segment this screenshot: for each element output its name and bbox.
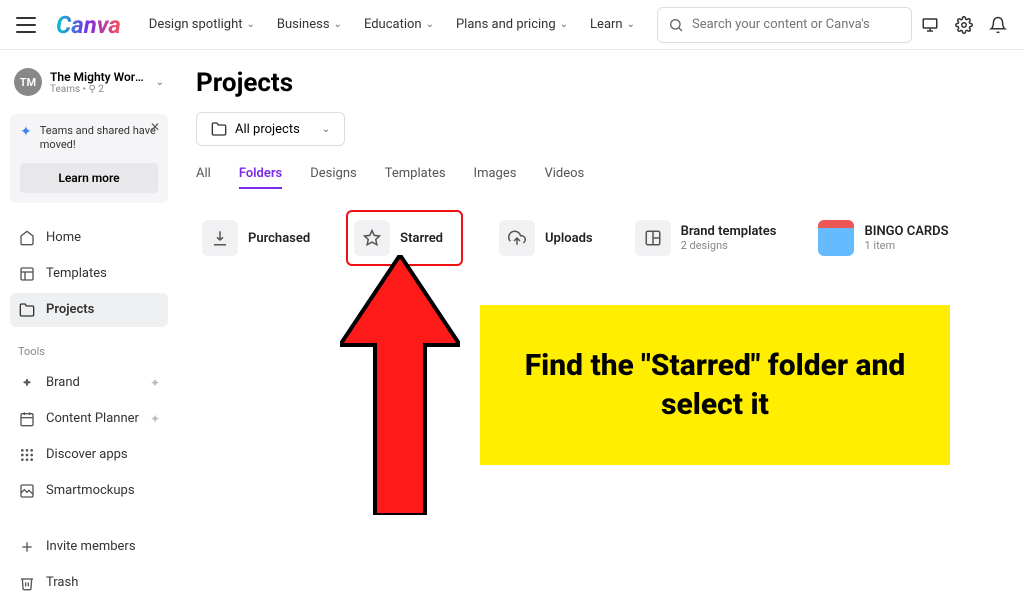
folder-row: Purchased Starred Uploads Brand template… — [196, 210, 1006, 266]
gear-icon[interactable] — [954, 15, 974, 35]
chevron-down-icon: ⌄ — [627, 19, 635, 30]
banner-text: Teams and shared have moved! — [40, 124, 158, 153]
chevron-down-icon: ⌄ — [156, 77, 164, 88]
tab-templates[interactable]: Templates — [385, 160, 446, 189]
sidebar-item-home[interactable]: Home — [10, 221, 168, 255]
folder-uploads[interactable]: Uploads — [493, 210, 599, 266]
filter-label: All projects — [235, 122, 300, 137]
top-nav: Design spotlight⌄ Business⌄ Education⌄ P… — [141, 11, 643, 38]
team-meta: Teams • ⚲ 2 — [50, 84, 148, 95]
sidebar-item-brand[interactable]: Brand ✦ — [10, 366, 168, 400]
folder-icon — [18, 301, 36, 319]
sidebar-item-label: Smartmockups — [46, 483, 135, 498]
crown-icon: ✦ — [150, 412, 160, 426]
chevron-down-icon: ⌄ — [426, 19, 434, 30]
canva-logo[interactable]: Canva — [56, 11, 121, 39]
annotation-arrow — [340, 255, 460, 515]
sidebar-item-label: Brand — [46, 375, 80, 390]
chevron-down-icon: ⌄ — [334, 19, 342, 30]
folder-name: Purchased — [248, 231, 310, 246]
sidebar-item-label: Content Planner — [46, 411, 139, 426]
learn-more-button[interactable]: Learn more — [20, 163, 158, 193]
sidebar: TM The Mighty WordS... Teams • ⚲ 2 ⌄ ✕ ✦… — [0, 50, 178, 576]
sidebar-item-projects[interactable]: Projects — [10, 293, 168, 327]
team-name: The Mighty WordS... — [50, 70, 148, 84]
calendar-icon — [18, 410, 36, 428]
bingo-thumbnail — [818, 220, 854, 256]
hamburger-menu[interactable] — [16, 17, 36, 33]
info-banner: ✕ ✦ Teams and shared have moved! Learn m… — [10, 114, 168, 203]
star-icon — [354, 220, 390, 256]
search-input[interactable] — [692, 17, 901, 32]
download-icon — [202, 220, 238, 256]
folder-meta: 1 item — [864, 239, 948, 252]
tab-designs[interactable]: Designs — [310, 160, 356, 189]
page-title: Projects — [196, 68, 1006, 98]
search-icon — [668, 17, 684, 33]
sidebar-item-label: Trash — [46, 575, 78, 590]
chevron-down-icon: ⌄ — [247, 19, 255, 30]
callout-text: Find the "Starred" folder and select it — [500, 346, 930, 424]
sparkle-icon: ✦ — [20, 124, 32, 140]
tabs: All Folders Designs Templates Images Vid… — [196, 160, 1006, 190]
sidebar-item-templates[interactable]: Templates — [10, 257, 168, 291]
sidebar-item-mockups[interactable]: Smartmockups — [10, 474, 168, 508]
search-bar[interactable] — [657, 7, 912, 43]
sidebar-item-invite[interactable]: Invite members — [10, 530, 168, 564]
tab-all[interactable]: All — [196, 160, 211, 189]
tab-videos[interactable]: Videos — [544, 160, 584, 189]
sidebar-item-label: Home — [46, 230, 81, 245]
desktop-icon[interactable] — [920, 15, 940, 35]
folder-icon — [211, 121, 227, 137]
nav-business[interactable]: Business⌄ — [269, 11, 350, 38]
sidebar-item-label: Invite members — [46, 539, 136, 554]
upload-icon — [499, 220, 535, 256]
annotation-callout: Find the "Starred" folder and select it — [480, 305, 950, 465]
nav-plans[interactable]: Plans and pricing⌄ — [448, 11, 576, 38]
nav-learn[interactable]: Learn⌄ — [582, 11, 643, 38]
close-icon[interactable]: ✕ — [150, 120, 160, 134]
tools-label: Tools — [18, 345, 168, 358]
chevron-down-icon: ⌄ — [560, 19, 568, 30]
folder-bingo[interactable]: BINGO CARDS1 item — [812, 210, 954, 266]
crown-icon: ✦ — [150, 376, 160, 390]
plus-icon — [18, 538, 36, 556]
folder-brand-templates[interactable]: Brand templates2 designs — [629, 210, 783, 266]
mockups-icon — [18, 482, 36, 500]
chevron-down-icon: ⌄ — [322, 124, 330, 135]
tab-folders[interactable]: Folders — [239, 160, 282, 189]
bell-icon[interactable] — [988, 15, 1008, 35]
folder-name: Brand templates — [681, 224, 777, 239]
sidebar-item-apps[interactable]: Discover apps — [10, 438, 168, 472]
brand-icon — [18, 374, 36, 392]
home-icon — [18, 229, 36, 247]
sidebar-item-planner[interactable]: Content Planner ✦ — [10, 402, 168, 436]
templates-icon — [18, 265, 36, 283]
folder-name: BINGO CARDS — [864, 224, 948, 239]
apps-icon — [18, 446, 36, 464]
tab-images[interactable]: Images — [474, 160, 517, 189]
team-switcher[interactable]: TM The Mighty WordS... Teams • ⚲ 2 ⌄ — [10, 64, 168, 100]
nav-education[interactable]: Education⌄ — [356, 11, 442, 38]
sidebar-item-trash[interactable]: Trash — [10, 566, 168, 600]
filter-dropdown[interactable]: All projects ⌄ — [196, 112, 345, 146]
nav-design-spotlight[interactable]: Design spotlight⌄ — [141, 11, 263, 38]
sidebar-item-label: Projects — [46, 302, 94, 317]
sidebar-item-label: Discover apps — [46, 447, 128, 462]
avatar: TM — [14, 68, 42, 96]
sidebar-item-label: Templates — [46, 266, 107, 281]
layout-icon — [635, 220, 671, 256]
folder-purchased[interactable]: Purchased — [196, 210, 316, 266]
folder-meta: 2 designs — [681, 239, 777, 252]
folder-name: Uploads — [545, 231, 593, 246]
folder-name: Starred — [400, 231, 443, 246]
trash-icon — [18, 574, 36, 592]
